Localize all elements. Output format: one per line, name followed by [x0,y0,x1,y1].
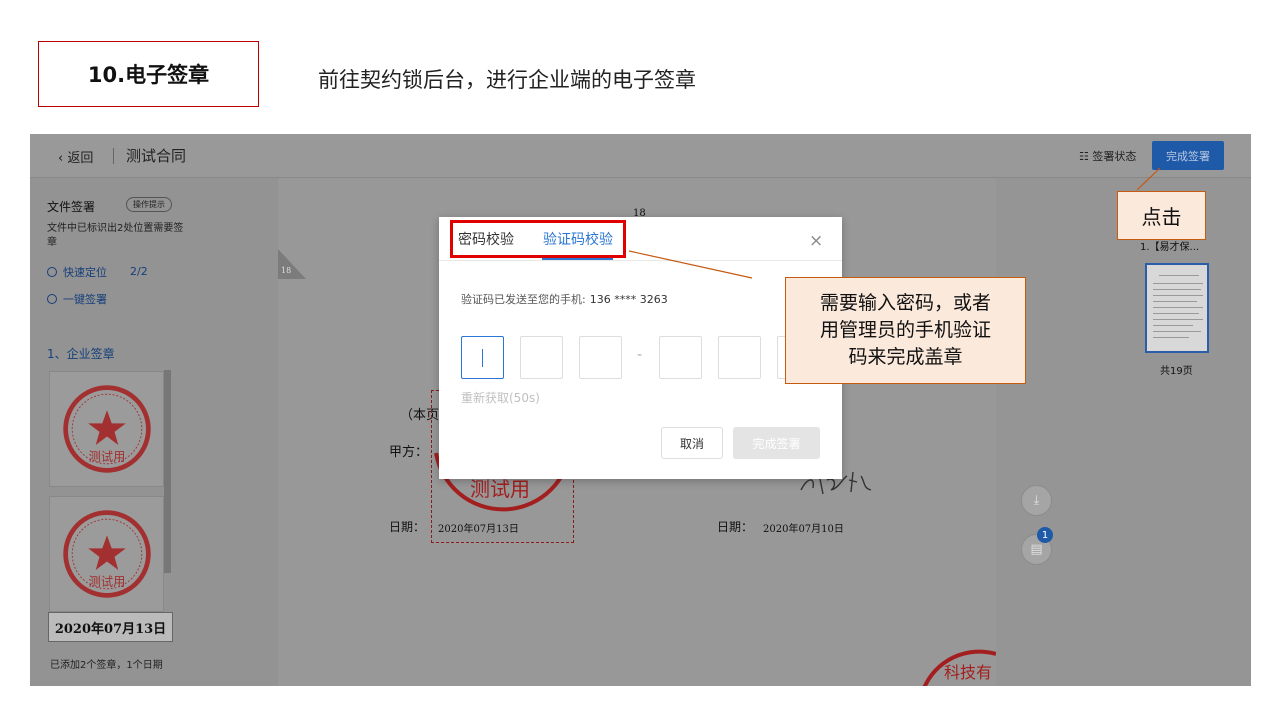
callout-explanation: 需要输入密码，或者 用管理员的手机验证 码来完成盖章 [785,277,1026,384]
callout-line: 用管理员的手机验证 [819,319,991,341]
callout-click: 点击 [1117,191,1206,240]
callout-line: 需要输入密码，或者 [819,292,991,314]
callout-line: 码来完成盖章 [848,346,963,368]
slide: 10.电子签章 前往契约锁后台，进行企业端的电子签章 ‹ 返回 测试合同 ☷ 签… [0,0,1280,720]
highlight-box [450,220,626,258]
annotation-lines [628,167,1161,279]
